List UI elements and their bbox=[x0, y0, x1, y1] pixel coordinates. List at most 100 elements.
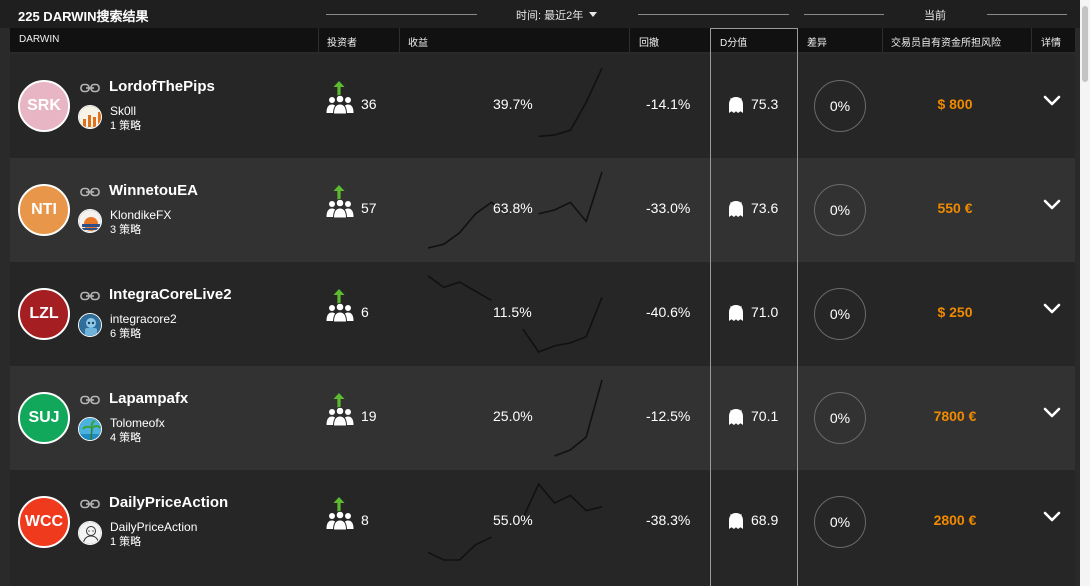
trader-avatar[interactable] bbox=[78, 209, 102, 233]
darwin-name[interactable]: LordofThePips bbox=[109, 78, 215, 95]
col-details[interactable]: 详情 bbox=[1041, 34, 1061, 49]
divergence-indicator: 0% bbox=[814, 496, 866, 548]
chevron-down-icon[interactable] bbox=[1043, 199, 1061, 211]
col-separator bbox=[1031, 28, 1032, 52]
toolbar-divider-current-left bbox=[804, 14, 884, 15]
palm-beach-logo-icon bbox=[79, 418, 101, 440]
portrait-sketch-logo-icon bbox=[79, 522, 101, 544]
link-icon[interactable] bbox=[80, 499, 100, 509]
darwin-row[interactable]: LZL IntegraCoreLive2 integracore2 6 策略 6… bbox=[10, 262, 1075, 366]
col-separator bbox=[318, 28, 319, 52]
col-divergence[interactable]: 差异 bbox=[807, 34, 827, 49]
darwin-avatar[interactable]: LZL bbox=[18, 288, 70, 340]
dscore-icon bbox=[729, 305, 743, 321]
darwin-avatar[interactable]: SRK bbox=[18, 80, 70, 132]
divergence-indicator: 0% bbox=[814, 288, 866, 340]
dscore-icon bbox=[729, 97, 743, 113]
drawdown-value: -33.0% bbox=[646, 200, 691, 216]
strategies-count: 1 策略 bbox=[110, 120, 142, 132]
col-separator bbox=[882, 28, 883, 52]
return-value: 55.0% bbox=[493, 512, 533, 528]
trader-risk-value: 2800 € bbox=[933, 512, 977, 528]
investors-count: 19 bbox=[361, 408, 377, 424]
link-icon[interactable] bbox=[80, 395, 100, 405]
col-darwin[interactable]: DARWIN bbox=[19, 34, 59, 45]
return-value: 25.0% bbox=[493, 408, 533, 424]
darwin-avatar[interactable]: SUJ bbox=[18, 392, 70, 444]
trader-name[interactable]: Sk0ll bbox=[110, 104, 136, 118]
darwin-results-panel: 225 DARWIN搜索结果 时间: 最近2年 当前 DARWIN 投资者 收益… bbox=[0, 0, 1080, 586]
link-icon[interactable] bbox=[80, 291, 100, 301]
trader-avatar[interactable] bbox=[78, 105, 102, 129]
divergence-value: 0% bbox=[829, 306, 851, 322]
investors-count: 6 bbox=[361, 304, 369, 320]
return-value: 11.5% bbox=[493, 304, 532, 320]
dscore-value: 75.3 bbox=[751, 96, 779, 112]
investors-icon bbox=[326, 302, 354, 322]
trader-avatar[interactable] bbox=[78, 313, 102, 337]
bar-chart-logo-icon bbox=[79, 106, 101, 128]
trader-avatar[interactable] bbox=[78, 417, 102, 441]
darwin-row[interactable]: WCC DailyPriceAction DailyPriceAction 1 … bbox=[10, 470, 1075, 574]
drawdown-value: -38.3% bbox=[646, 512, 691, 528]
strategies-count: 6 策略 bbox=[110, 328, 142, 340]
trader-name[interactable]: Tolomeofx bbox=[110, 416, 165, 430]
darwin-row[interactable]: SRK LordofThePips Sk0ll 1 策略 36 39.7% -1… bbox=[10, 54, 1075, 158]
darwin-name[interactable]: IntegraCoreLive2 bbox=[109, 286, 232, 303]
chevron-down-icon[interactable] bbox=[1043, 511, 1061, 523]
trader-risk-value: 7800 € bbox=[933, 408, 977, 424]
trader-name[interactable]: integracore2 bbox=[110, 312, 177, 326]
trader-name[interactable]: KlondikeFX bbox=[110, 208, 171, 222]
col-return[interactable]: 收益 bbox=[408, 34, 428, 49]
drawdown-value: -14.1% bbox=[646, 96, 691, 112]
darwin-row[interactable]: SUJ Lapampafx Tolomeofx 4 策略 19 25.0% -1… bbox=[10, 366, 1075, 470]
darwin-avatar[interactable]: NTI bbox=[18, 184, 70, 236]
return-value: 63.8% bbox=[493, 200, 533, 216]
current-group-label: 当前 bbox=[924, 10, 946, 22]
darwin-ticker: LZL bbox=[29, 305, 59, 322]
col-drawdown[interactable]: 回撤 bbox=[639, 34, 659, 49]
trader-risk-value: 550 € bbox=[937, 200, 973, 216]
time-range-label: 时间: 最近2年 bbox=[516, 10, 584, 22]
results-toolbar: 225 DARWIN搜索结果 时间: 最近2年 当前 bbox=[0, 0, 1080, 28]
strategies-count: 3 策略 bbox=[110, 224, 142, 236]
darwin-row[interactable]: NTI WinnetouEA KlondikeFX 3 策略 57 63.8% … bbox=[10, 158, 1075, 262]
dscore-value: 70.1 bbox=[751, 408, 779, 424]
darwin-name[interactable]: DailyPriceAction bbox=[109, 494, 228, 511]
scrollbar-thumb[interactable] bbox=[1082, 6, 1088, 82]
dscore-icon bbox=[729, 409, 743, 425]
darwin-ticker: NTI bbox=[31, 201, 57, 218]
darwin-ticker: WCC bbox=[24, 513, 64, 530]
divergence-value: 0% bbox=[829, 202, 851, 218]
darwin-ticker: SUJ bbox=[28, 409, 60, 426]
chevron-down-icon bbox=[589, 12, 598, 17]
chevron-down-icon[interactable] bbox=[1043, 407, 1061, 419]
col-separator bbox=[629, 28, 630, 52]
divergence-indicator: 0% bbox=[814, 80, 866, 132]
investors-icon bbox=[326, 198, 354, 218]
strategies-count: 4 策略 bbox=[110, 432, 142, 444]
link-icon[interactable] bbox=[80, 83, 100, 93]
darwin-name[interactable]: WinnetouEA bbox=[109, 182, 198, 199]
col-trader-risk[interactable]: 交易员自有资金所担风险 bbox=[891, 34, 1001, 49]
chevron-down-icon[interactable] bbox=[1043, 95, 1061, 107]
investors-count: 36 bbox=[361, 96, 377, 112]
toolbar-divider-left bbox=[326, 14, 477, 15]
trader-avatar[interactable] bbox=[78, 521, 102, 545]
investors-count: 57 bbox=[361, 200, 377, 216]
darwin-avatar[interactable]: WCC bbox=[18, 496, 70, 548]
divergence-value: 0% bbox=[829, 98, 851, 114]
darwin-name[interactable]: Lapampafx bbox=[109, 390, 188, 407]
chevron-down-icon[interactable] bbox=[1043, 303, 1061, 315]
trader-risk-value: $ 800 bbox=[937, 96, 973, 112]
drawdown-value: -12.5% bbox=[646, 408, 691, 424]
time-range-select[interactable]: 时间: 最近2年 bbox=[516, 7, 598, 23]
link-icon[interactable] bbox=[80, 187, 100, 197]
investors-icon bbox=[326, 94, 354, 114]
investors-count: 8 bbox=[361, 512, 369, 528]
scrollbar[interactable] bbox=[1080, 0, 1090, 586]
darwin-ticker: SRK bbox=[27, 97, 61, 114]
col-investors[interactable]: 投资者 bbox=[327, 34, 357, 49]
col-dscore[interactable]: D分值 bbox=[720, 34, 747, 49]
trader-name[interactable]: DailyPriceAction bbox=[110, 520, 197, 534]
